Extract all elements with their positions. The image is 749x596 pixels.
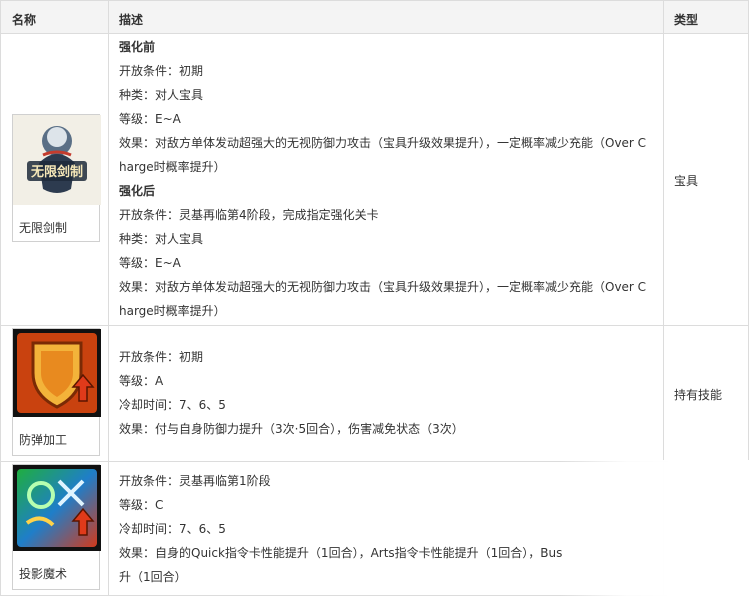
desc-line: harge时概率提升） [119, 160, 226, 174]
desc-line: 开放条件：初期 [119, 64, 204, 78]
skill-card: 防弹加工 [12, 328, 101, 456]
grid-line [0, 33, 749, 34]
desc-line: 种类：对人宝具 [119, 88, 204, 102]
skill-name: 无限剑制 [19, 221, 68, 235]
desc-line: 等级：E~A [119, 112, 181, 126]
desc-line: 强化后 [119, 184, 156, 198]
skill-type: 持有技能 [674, 388, 723, 402]
shield-up-icon [13, 329, 101, 417]
desc-line: harge时概率提升） [119, 304, 226, 318]
skill-type: 宝具 [674, 174, 699, 188]
fade-overlay [560, 460, 749, 596]
skill-name: 防弹加工 [19, 433, 68, 447]
desc-line: 开放条件：灵基再临第4阶段，完成指定强化关卡 [119, 208, 379, 222]
skill-card: 无限剑制 无限剑制 [12, 114, 101, 242]
grid-line [0, 0, 1, 596]
desc-line: 开放条件：初期 [119, 350, 204, 364]
desc-line: 等级：E~A [119, 256, 181, 270]
skill-name: 投影魔术 [19, 567, 68, 581]
desc-line: 等级：A [119, 374, 164, 388]
header-name: 名称 [12, 13, 37, 27]
skill-card: 投影魔术 [12, 464, 101, 590]
table-header [0, 0, 749, 33]
unlimited-blade-works-icon: 无限剑制 [13, 115, 101, 205]
desc-line: 效果：自身的Quick指令卡性能提升（1回合），Arts指令卡性能提升（1回合）… [119, 546, 563, 560]
desc-line: 等级：C [119, 498, 164, 512]
grid-line [108, 0, 109, 596]
grid-line [0, 325, 749, 326]
desc-line: 强化前 [119, 40, 156, 54]
desc-line: 冷却时间：7、6、5 [119, 522, 226, 536]
desc-line: 冷却时间：7、6、5 [119, 398, 226, 412]
grid-line [0, 0, 749, 1]
desc-line: 开放条件：灵基再临第1阶段 [119, 474, 271, 488]
desc-line: 效果：对敌方单体发动超强大的无视防御力攻击（宝具升级效果提升），一定概率减少充能… [119, 136, 647, 150]
desc-line: 效果：付与自身防御力提升（3次·5回合），伤害减免状态（3次） [119, 422, 464, 436]
desc-line: 升（1回合） [119, 570, 187, 584]
desc-line: 种类：对人宝具 [119, 232, 204, 246]
projection-magic-icon [13, 465, 101, 551]
header-type: 类型 [674, 13, 699, 27]
desc-line: 效果：对敌方单体发动超强大的无视防御力攻击（宝具升级效果提升），一定概率减少充能… [119, 280, 647, 294]
header-description: 描述 [119, 13, 144, 27]
skills-table: 名称 描述 类型 无限剑制 无限剑制 强化前 开放条件：初期 种类：对人宝具 等… [0, 0, 749, 596]
svg-text:无限剑制: 无限剑制 [30, 164, 83, 180]
